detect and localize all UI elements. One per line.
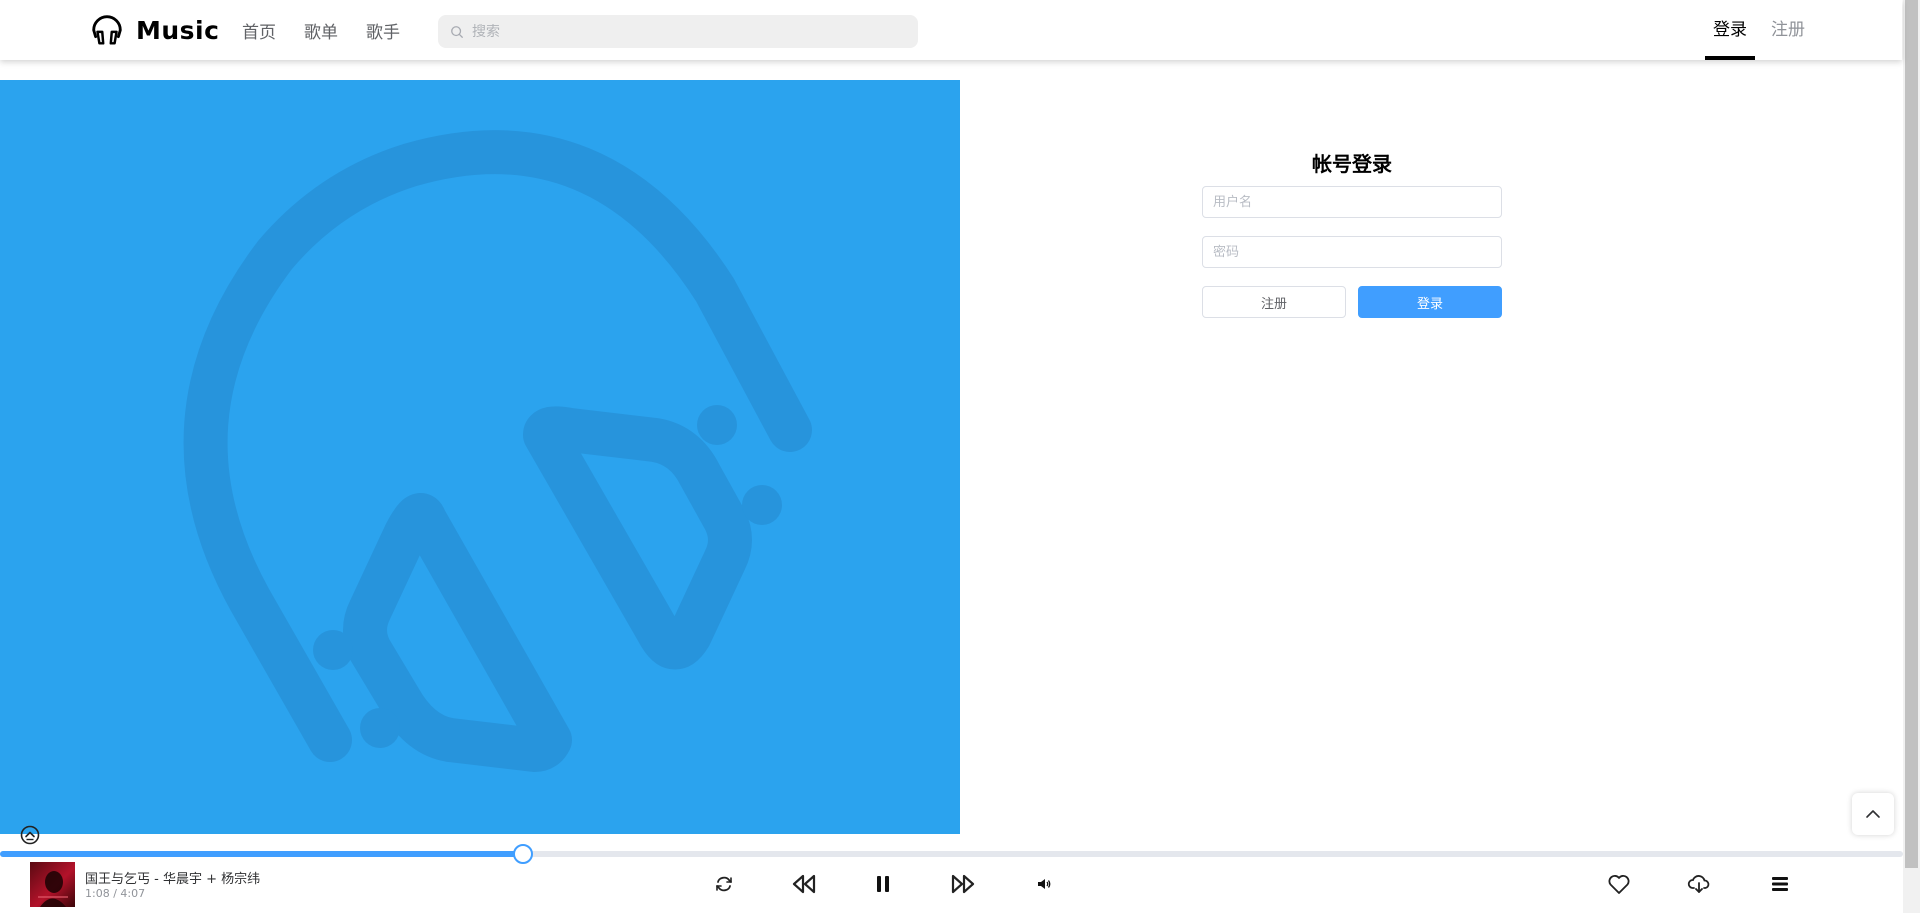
previous-button[interactable] bbox=[790, 870, 818, 898]
tab-register[interactable]: 注册 bbox=[1763, 0, 1813, 60]
favorite-button[interactable] bbox=[1605, 870, 1633, 898]
main-nav: 首页 歌单 歌手 bbox=[242, 0, 428, 60]
page-scrollbar[interactable] bbox=[1903, 0, 1920, 913]
search-input[interactable] bbox=[472, 23, 892, 40]
song-title: 国王与乞丐 - 华晨宇 + 杨宗纬 bbox=[85, 872, 261, 887]
song-time: 1:08 / 4:07 bbox=[85, 887, 146, 900]
loop-button[interactable] bbox=[710, 870, 738, 898]
nav-item-singers[interactable]: 歌手 bbox=[366, 18, 400, 43]
next-icon bbox=[951, 874, 975, 894]
pause-button[interactable] bbox=[869, 870, 897, 898]
login-form: 帐号登录 注册 登录 bbox=[1202, 150, 1502, 318]
chevron-up-icon bbox=[1866, 810, 1880, 818]
next-button[interactable] bbox=[949, 870, 977, 898]
headphones-icon bbox=[92, 15, 122, 45]
player-collapse-button[interactable] bbox=[20, 825, 40, 845]
back-to-top-button[interactable] bbox=[1852, 793, 1894, 835]
password-input[interactable] bbox=[1202, 236, 1502, 268]
form-buttons: 注册 登录 bbox=[1202, 286, 1502, 318]
album-cover[interactable] bbox=[30, 862, 75, 907]
album-art-image bbox=[38, 871, 68, 907]
music-player: 国王与乞丐 - 华晨宇 + 杨宗纬 1:08 / 4:07 bbox=[0, 860, 1903, 913]
heart-icon bbox=[1608, 875, 1630, 894]
volume-button[interactable] bbox=[1030, 870, 1058, 898]
logo-text: Music bbox=[136, 15, 220, 45]
logo[interactable]: Music bbox=[88, 12, 219, 48]
playback-progress-bar[interactable] bbox=[0, 844, 1903, 864]
playlist-icon bbox=[1772, 877, 1788, 891]
chevron-up-circle-icon bbox=[20, 825, 40, 845]
previous-icon bbox=[792, 874, 816, 894]
progress-fill bbox=[0, 851, 524, 857]
nav-item-playlists[interactable]: 歌单 bbox=[304, 18, 338, 43]
login-banner bbox=[0, 80, 960, 834]
search-box[interactable] bbox=[438, 15, 918, 48]
top-navbar: Music 首页 歌单 歌手 登录 注册 bbox=[0, 0, 1902, 60]
volume-icon bbox=[1038, 879, 1051, 889]
auth-tabs: 登录 注册 bbox=[1697, 0, 1813, 60]
login-button[interactable]: 登录 bbox=[1358, 286, 1502, 318]
username-input[interactable] bbox=[1202, 186, 1502, 218]
download-button[interactable] bbox=[1685, 870, 1713, 898]
search-icon bbox=[451, 25, 463, 38]
tab-login[interactable]: 登录 bbox=[1705, 0, 1755, 60]
headphones-icon bbox=[183, 130, 812, 772]
login-title: 帐号登录 bbox=[1312, 152, 1392, 176]
playlist-button[interactable] bbox=[1766, 870, 1794, 898]
register-button[interactable]: 注册 bbox=[1202, 286, 1346, 318]
pause-icon bbox=[877, 876, 889, 892]
download-icon bbox=[1687, 875, 1710, 893]
loop-icon bbox=[716, 876, 732, 892]
nav-item-home[interactable]: 首页 bbox=[242, 18, 276, 43]
scrollbar-thumb[interactable] bbox=[1905, 0, 1918, 868]
